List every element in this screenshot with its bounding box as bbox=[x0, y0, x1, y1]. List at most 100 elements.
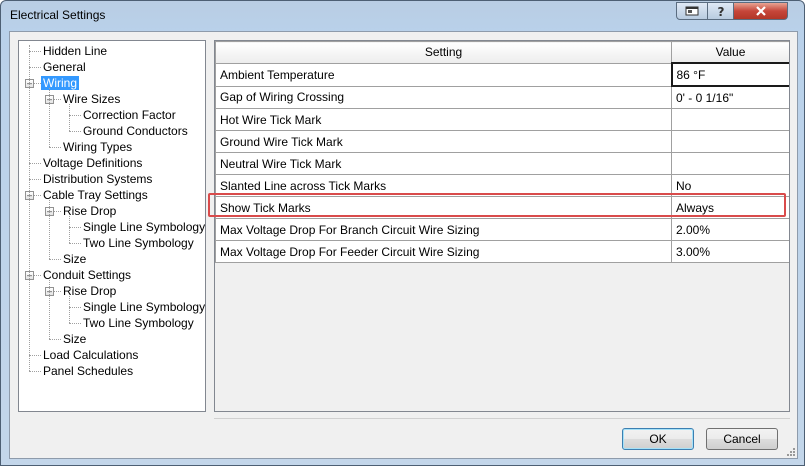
separator bbox=[214, 418, 790, 419]
tree-connector bbox=[29, 179, 41, 180]
tree-item-label: Single Line Symbology bbox=[83, 220, 206, 234]
tree-item-label: Two Line Symbology bbox=[83, 316, 194, 330]
tree-connector bbox=[49, 200, 50, 259]
setting-name-cell[interactable]: Show Tick Marks bbox=[215, 196, 672, 219]
ok-button[interactable]: OK bbox=[622, 428, 694, 450]
tree-item[interactable]: Distribution Systems bbox=[41, 171, 154, 187]
setting-name-cell[interactable]: Max Voltage Drop For Branch Circuit Wire… bbox=[215, 218, 672, 241]
tree-item[interactable]: Wiring Types bbox=[61, 139, 134, 155]
tree-item[interactable]: Two Line Symbology bbox=[81, 315, 196, 331]
setting-name-cell[interactable]: Max Voltage Drop For Feeder Circuit Wire… bbox=[215, 240, 672, 263]
tree-connector bbox=[69, 227, 81, 228]
setting-value-cell[interactable]: 2.00% bbox=[671, 218, 789, 241]
setting-name-cell[interactable]: Slanted Line across Tick Marks bbox=[215, 174, 672, 197]
tree-item[interactable]: Panel Schedules bbox=[41, 363, 135, 379]
restore-icon bbox=[685, 6, 699, 16]
settings-tree[interactable]: Hidden Line General – Wiring – Wire Sizes Corr… bbox=[18, 40, 206, 412]
cancel-button[interactable]: Cancel bbox=[706, 428, 778, 450]
setting-name-cell[interactable]: Neutral Wire Tick Mark bbox=[215, 152, 672, 175]
tree-item[interactable]: Hidden Line bbox=[41, 43, 109, 59]
setting-name-cell[interactable]: Gap of Wiring Crossing bbox=[215, 85, 672, 109]
setting-name-cell[interactable]: Ground Wire Tick Mark bbox=[215, 130, 672, 153]
setting-name-cell[interactable]: Hot Wire Tick Mark bbox=[215, 108, 672, 131]
tree-item-label: Hidden Line bbox=[43, 44, 108, 58]
tree-connector bbox=[49, 259, 61, 260]
tree-connector bbox=[69, 115, 81, 116]
tree-connector bbox=[29, 51, 41, 52]
tree-item-label: Correction Factor bbox=[83, 108, 176, 122]
tree-item[interactable]: Single Line Symbology bbox=[81, 219, 206, 235]
setting-value-cell[interactable]: No bbox=[671, 174, 789, 197]
tree-item-label: Ground Conductors bbox=[83, 124, 188, 138]
tree-connector bbox=[29, 371, 41, 372]
table-row[interactable]: Ground Wire Tick Mark bbox=[215, 130, 789, 153]
tree-item-label: Two Line Symbology bbox=[83, 236, 194, 250]
tree-item[interactable]: Voltage Definitions bbox=[41, 155, 144, 171]
tree-item-label: Cable Tray Settings bbox=[43, 188, 148, 202]
setting-value-cell[interactable]: Always bbox=[671, 196, 789, 219]
tree-item-label: Distribution Systems bbox=[43, 172, 153, 186]
tree-item-label: General bbox=[43, 60, 86, 74]
tree-item[interactable]: Size bbox=[61, 251, 88, 267]
table-row[interactable]: Ambient Temperature 86 °F bbox=[215, 62, 789, 87]
table-row[interactable]: Max Voltage Drop For Branch Circuit Wire… bbox=[215, 218, 789, 241]
resize-grip-icon[interactable] bbox=[785, 446, 795, 456]
tree-item[interactable]: Size bbox=[61, 331, 88, 347]
tree-item[interactable]: Two Line Symbology bbox=[81, 235, 196, 251]
tree-item-label: Size bbox=[63, 332, 87, 346]
tree-item[interactable]: Correction Factor bbox=[81, 107, 178, 123]
help-icon: ? bbox=[717, 5, 724, 17]
electrical-settings-dialog: Electrical Settings ? Hidden Line General… bbox=[0, 0, 805, 466]
ambient-temperature-value-input[interactable]: 86 °F bbox=[670, 62, 789, 87]
settings-grid[interactable]: Setting Value Ambient Temperature 86 °F Ga… bbox=[214, 40, 790, 412]
tree-connector bbox=[49, 280, 50, 339]
help-button[interactable]: ? bbox=[708, 2, 734, 20]
tree-connector bbox=[29, 355, 41, 356]
close-button[interactable] bbox=[734, 2, 788, 20]
tree-connector bbox=[69, 131, 81, 132]
tree-item[interactable]: Wire Sizes bbox=[61, 91, 122, 107]
column-header-value[interactable]: Value bbox=[671, 41, 789, 64]
table-row[interactable]: Max Voltage Drop For Feeder Circuit Wire… bbox=[215, 240, 789, 263]
tree-connector bbox=[29, 67, 41, 68]
table-row[interactable]: Slanted Line across Tick Marks No bbox=[215, 174, 789, 197]
tree-item[interactable]: Ground Conductors bbox=[81, 123, 190, 139]
tree-connector bbox=[29, 163, 41, 164]
table-row[interactable]: Neutral Wire Tick Mark bbox=[215, 152, 789, 175]
setting-value-cell[interactable]: 0' - 0 1/16" bbox=[671, 85, 789, 109]
dialog-client-area: Hidden Line General – Wiring – Wire Sizes Corr… bbox=[9, 31, 798, 459]
tree-item[interactable]: Wiring bbox=[41, 75, 80, 91]
tree-item-label: Voltage Definitions bbox=[43, 156, 143, 170]
tree-item-label: Single Line Symbology bbox=[83, 300, 206, 314]
tree-connector bbox=[69, 296, 70, 323]
title-bar[interactable]: Electrical Settings ? bbox=[1, 1, 804, 29]
tree-item-label: Wiring Types bbox=[63, 140, 133, 154]
setting-value-cell[interactable] bbox=[671, 108, 789, 131]
tree-connector bbox=[49, 339, 61, 340]
tree-connector bbox=[69, 243, 81, 244]
table-row[interactable]: Gap of Wiring Crossing 0' - 0 1/16" bbox=[215, 85, 789, 109]
table-row[interactable]: Hot Wire Tick Mark bbox=[215, 108, 789, 131]
tree-item-label: Size bbox=[63, 252, 87, 266]
tree-connector bbox=[69, 216, 70, 243]
setting-value-cell[interactable] bbox=[671, 152, 789, 175]
tree-item[interactable]: Load Calculations bbox=[41, 347, 140, 363]
tree-connector bbox=[29, 45, 30, 371]
restore-button[interactable] bbox=[676, 2, 708, 20]
tree-item[interactable]: General bbox=[41, 59, 88, 75]
tree-item[interactable]: Conduit Settings bbox=[41, 267, 133, 283]
tree-item-label: Load Calculations bbox=[43, 348, 139, 362]
setting-name-cell[interactable]: Ambient Temperature bbox=[215, 62, 672, 87]
setting-value-cell[interactable] bbox=[671, 130, 789, 153]
column-header-setting[interactable]: Setting bbox=[215, 41, 672, 64]
tree-connector bbox=[69, 323, 81, 324]
close-icon bbox=[755, 6, 766, 16]
tree-item[interactable]: Single Line Symbology bbox=[81, 299, 206, 315]
tree-item-label: Wiring bbox=[41, 76, 80, 90]
tree-connector bbox=[69, 307, 81, 308]
table-row[interactable]: Show Tick Marks Always bbox=[215, 196, 789, 219]
tree-connector bbox=[69, 104, 70, 131]
tree-item[interactable]: Cable Tray Settings bbox=[41, 187, 150, 203]
tree-item-label: Wire Sizes bbox=[63, 92, 121, 106]
setting-value-cell[interactable]: 3.00% bbox=[671, 240, 789, 263]
